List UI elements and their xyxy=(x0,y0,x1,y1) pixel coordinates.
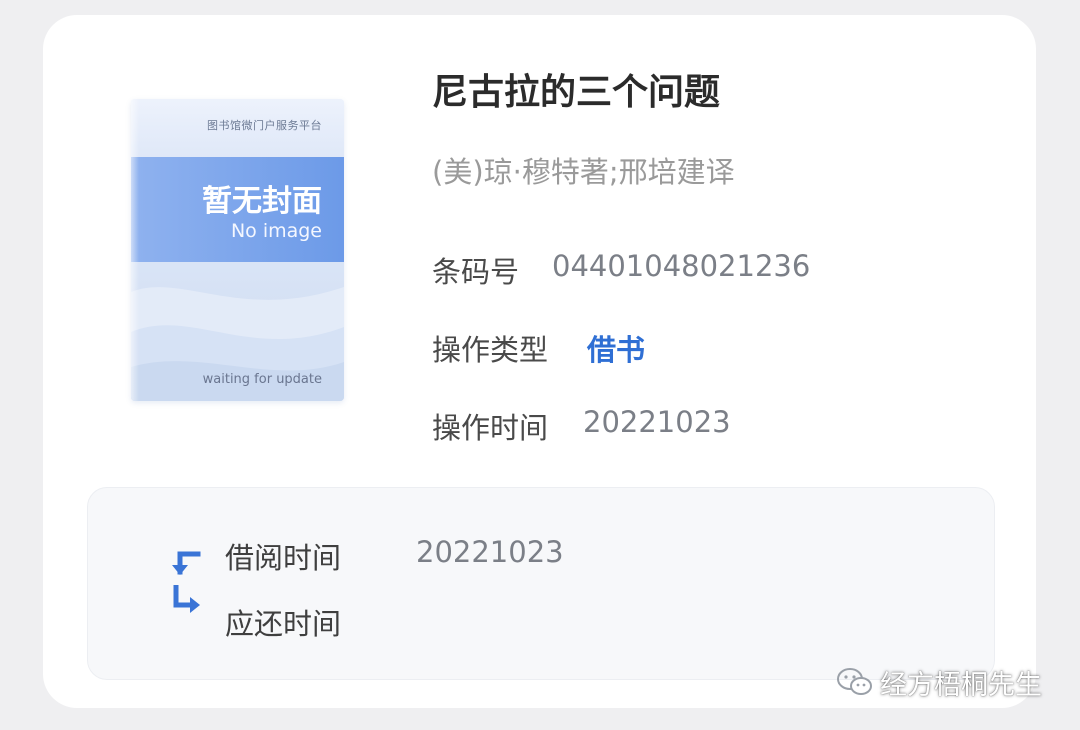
operation-type-row: 操作类型 借书 xyxy=(432,327,645,369)
barcode-label: 条码号 xyxy=(432,255,520,289)
book-record-card: 图书馆微门户服务平台 暂无封面 No image waiting for upd… xyxy=(43,15,1036,708)
cover-no-image-text: No image xyxy=(230,220,322,242)
cover-no-cover-text: 暂无封面 xyxy=(202,184,322,219)
book-title[interactable]: 尼古拉的三个问题 xyxy=(432,63,720,115)
cover-title-band: 暂无封面 No image xyxy=(131,157,344,262)
borrow-info-panel: 借阅时间 20221023 应还时间 xyxy=(87,487,995,680)
watermark: 经方梧桐先生 xyxy=(836,664,1042,701)
book-cover-placeholder[interactable]: 图书馆微门户服务平台 暂无封面 No image waiting for upd… xyxy=(131,99,344,401)
cover-top-area: 图书馆微门户服务平台 xyxy=(131,99,344,157)
operation-type-label: 操作类型 xyxy=(432,333,549,367)
arrow-return-icon xyxy=(173,585,200,613)
cover-platform-text: 图书馆微门户服务平台 xyxy=(207,119,322,132)
arrow-out-icon xyxy=(172,551,201,575)
operation-type-value: 借书 xyxy=(587,333,646,367)
barcode-value: 04401048021236 xyxy=(552,249,811,283)
wechat-icon xyxy=(837,668,872,695)
borrow-time-value: 20221023 xyxy=(416,535,564,569)
operation-time-value: 20221023 xyxy=(583,405,731,439)
borrow-time-label: 借阅时间 xyxy=(225,541,342,575)
watermark-text: 经方梧桐先生 xyxy=(880,669,1042,701)
cover-waiting-text: waiting for update xyxy=(202,372,322,387)
operation-time-row: 操作时间 20221023 xyxy=(432,405,731,447)
operation-time-label: 操作时间 xyxy=(432,411,549,445)
due-time-label: 应还时间 xyxy=(225,607,342,641)
barcode-row: 条码号 04401048021236 xyxy=(432,249,810,291)
book-author: (美)琼·穆特著;邢培建译 xyxy=(432,155,735,189)
cover-spine-highlight xyxy=(131,99,139,401)
